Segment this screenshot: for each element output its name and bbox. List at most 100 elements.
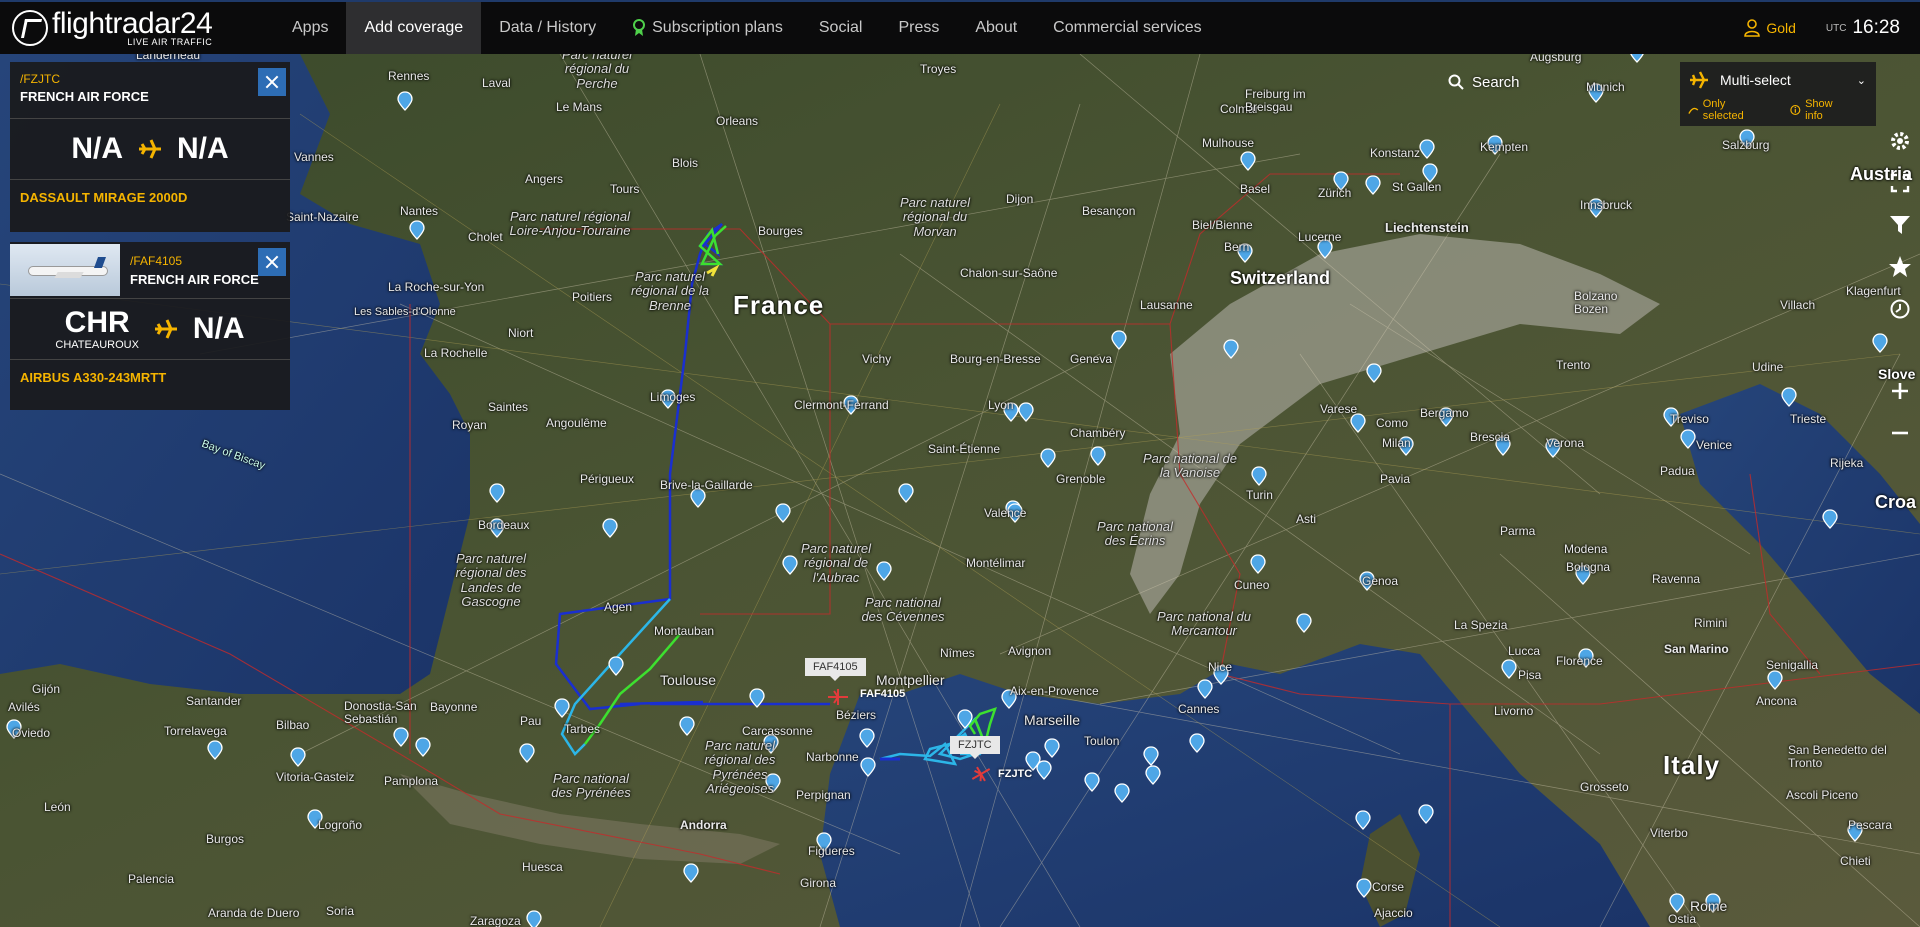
label-royan: Royan: [452, 418, 487, 432]
label-salzburg: Salzburg: [1722, 138, 1770, 152]
label-saintes: Saintes: [488, 400, 529, 414]
label-grosseto: Grosseto: [1580, 780, 1629, 794]
fullscreen-button[interactable]: [1880, 162, 1920, 204]
label-bourg: Bourg-en-Bresse: [950, 352, 1041, 366]
flight-route: CHR CHATEAUROUX N/A: [10, 299, 290, 360]
zoom-out-button[interactable]: [1880, 412, 1920, 454]
playback-button[interactable]: [1880, 288, 1920, 330]
nav-data-history[interactable]: Data / History: [481, 2, 614, 54]
label-basel: Basel: [1240, 182, 1271, 196]
flight-callsign: /FAF4105: [130, 254, 183, 268]
label-poitiers: Poitiers: [572, 290, 613, 304]
origin: CHR CHATEAUROUX: [55, 305, 139, 351]
label-figueres: Figueres: [808, 844, 855, 858]
destination-code: N/A: [177, 132, 229, 165]
label-gijon: Gijón: [32, 682, 61, 696]
logo[interactable]: flightradar24 LIVE AIR TRAFFIC: [12, 9, 274, 47]
label-florence: Florence: [1556, 654, 1603, 668]
search-button[interactable]: Search: [1448, 62, 1568, 102]
account-button[interactable]: Gold: [1744, 19, 1796, 37]
label-trieste: Trieste: [1790, 412, 1827, 426]
flight-card-faf4105[interactable]: /FAF4105 FRENCH AIR FORCE CHR CHATEAUROU…: [10, 242, 290, 410]
aircraft-type: AIRBUS A330-243MRTT: [20, 370, 167, 385]
aircraft-tag-faf4105[interactable]: FAF4105: [805, 658, 866, 681]
label-logrono: Logroño: [318, 818, 363, 832]
label-bordeaux: Bordeaux: [478, 518, 530, 532]
flight-operator: FRENCH AIR FORCE: [20, 89, 149, 104]
flight-card-fzjtc[interactable]: /FZJTC FRENCH AIR FORCE N/A N/A DASSAULT…: [10, 62, 290, 232]
label-chieti: Chieti: [1840, 854, 1871, 868]
aircraft-photo[interactable]: [10, 244, 120, 296]
zoom-in-button[interactable]: [1880, 370, 1920, 412]
settings-button[interactable]: [1880, 120, 1920, 162]
label-corse: Corse: [1372, 880, 1405, 894]
multi-select-toggle[interactable]: Multi-select ⌄: [1680, 62, 1876, 98]
search-label: Search: [1472, 73, 1520, 91]
close-icon[interactable]: [258, 248, 286, 276]
destination-code: N/A: [192, 312, 245, 345]
label-rimini: Rimini: [1694, 616, 1728, 630]
label-ancona: Ancona: [1756, 694, 1797, 708]
only-selected-option[interactable]: Only selected: [1688, 98, 1776, 122]
close-icon[interactable]: [258, 68, 286, 96]
label-girona: Girona: [800, 876, 837, 890]
label-nantes: Nantes: [400, 204, 439, 218]
label-park-morvan: Parc naturel régional du Morvan: [899, 195, 971, 239]
label-limoges: Limoges: [650, 390, 696, 404]
nav-add-coverage[interactable]: Add coverage: [346, 2, 482, 54]
show-info-label: Show info: [1805, 98, 1833, 122]
label-como: Como: [1376, 416, 1409, 430]
nav-subscription-plans[interactable]: Subscription plans: [614, 2, 801, 54]
chevron-down-icon: ⌄: [1856, 74, 1866, 87]
label-bilbao: Bilbao: [276, 718, 310, 732]
label-park-aubrac: Parc naturel régional de l'Aubrac: [800, 541, 872, 585]
label-agen: Agen: [604, 600, 633, 614]
label-perigueux: Périgueux: [580, 472, 635, 486]
origin-code: N/A: [71, 132, 123, 165]
label-trento: Trento: [1556, 358, 1591, 372]
filter-button[interactable]: [1880, 204, 1920, 246]
label-toulouse: Toulouse: [660, 672, 717, 688]
label-blois: Blois: [672, 156, 699, 170]
label-varese: Varese: [1320, 402, 1358, 416]
plane-icon: [139, 139, 161, 159]
label-park-perche: Parc naturel régional du Perche: [561, 54, 633, 91]
label-avignon: Avignon: [1008, 644, 1052, 658]
label-san-marino: San Marino: [1664, 642, 1729, 656]
label-vannes: Vannes: [294, 150, 334, 164]
nav-social[interactable]: Social: [801, 2, 881, 54]
origin-code: CHR: [64, 305, 130, 339]
aircraft-code-fzjtc[interactable]: FZJTC: [998, 768, 1032, 780]
label-palencia: Palencia: [128, 872, 175, 886]
label-ascoli: Ascoli Piceno: [1786, 788, 1859, 802]
label-narbonne: Narbonne: [806, 750, 859, 764]
label-burgos: Burgos: [206, 832, 245, 846]
label-ostia: Ostia: [1668, 912, 1697, 926]
aircraft-tag-fzjtc[interactable]: FZJTC: [950, 736, 1000, 759]
nav-press[interactable]: Press: [880, 2, 957, 54]
label-freiburg: Freiburg im Breisgau: [1245, 87, 1306, 115]
label-pau: Pau: [520, 714, 542, 728]
label-park-pyrenees: Parc national des Pyrénées: [551, 771, 631, 801]
zoom-out-icon: [1892, 431, 1908, 435]
label-zurich: Zürich: [1318, 186, 1352, 200]
label-toulon: Toulon: [1084, 734, 1120, 748]
label-nimes: Nîmes: [940, 646, 975, 660]
favorites-button[interactable]: [1880, 246, 1920, 288]
label-dijon: Dijon: [1006, 192, 1034, 206]
show-info-option[interactable]: Show info: [1790, 98, 1862, 122]
route-icon: [1688, 107, 1699, 114]
label-park-ariegeoises: Parc naturel régional des Pyrénées Ariég…: [704, 738, 776, 796]
aircraft-code-faf4105[interactable]: FAF4105: [860, 688, 905, 700]
only-selected-label: Only selected: [1702, 98, 1744, 122]
label-park-brenne: Parc naturel régional de la Brenne: [630, 269, 710, 313]
label-konstanz: Konstanz: [1370, 146, 1421, 160]
nav-commercial-services[interactable]: Commercial services: [1035, 2, 1219, 54]
label-cannes: Cannes: [1178, 702, 1220, 716]
info-icon: [1790, 104, 1801, 116]
nav-about[interactable]: About: [957, 2, 1035, 54]
label-bergamo: Bergamo: [1420, 406, 1469, 420]
star-icon: [1889, 256, 1911, 277]
nav-apps[interactable]: Apps: [274, 2, 346, 54]
label-torrelavega: Torrelavega: [164, 724, 227, 738]
